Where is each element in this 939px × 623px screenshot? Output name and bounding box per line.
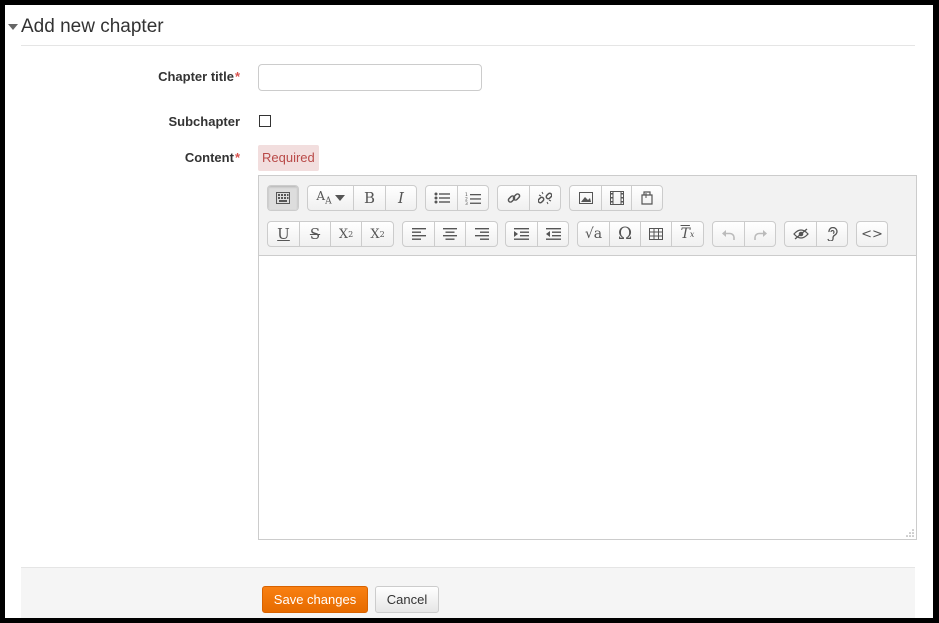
subchapter-checkbox[interactable]	[259, 115, 271, 127]
equation-icon[interactable]: √a	[578, 222, 610, 246]
indent-icon[interactable]	[506, 222, 538, 246]
section-header[interactable]: Add new chapter	[8, 16, 164, 38]
toolbar-group: U S X2 X2	[267, 221, 394, 247]
resize-handle-icon[interactable]	[906, 529, 914, 537]
cancel-button[interactable]: Cancel	[375, 586, 439, 613]
caret-down-icon[interactable]	[8, 24, 18, 30]
form-panel: Add new chapter Chapter title* Subchapte…	[5, 5, 933, 618]
required-mark: *	[234, 150, 240, 165]
save-changes-button[interactable]: Save changes	[262, 586, 368, 613]
section-title: Add new chapter	[21, 16, 164, 37]
link-icon[interactable]	[498, 186, 530, 210]
italic-icon[interactable]: I	[386, 186, 416, 210]
chapter-title-label: Chapter title*	[158, 69, 240, 84]
strikethrough-icon[interactable]: S	[300, 222, 331, 246]
unlink-icon[interactable]	[530, 186, 560, 210]
align-left-icon[interactable]	[403, 222, 435, 246]
toolbar-group	[402, 221, 498, 247]
toolbar-group	[712, 221, 776, 247]
toolbar-group	[267, 185, 299, 211]
superscript-icon[interactable]: X2	[362, 222, 393, 246]
section-divider	[21, 45, 915, 46]
rich-text-editor: AA B I 123 U S X 2 X 2 √a Ω T x <>	[258, 175, 917, 540]
undo-icon[interactable]	[713, 222, 745, 246]
toolbar-group: <>	[856, 221, 888, 247]
svg-text:3: 3	[465, 201, 468, 205]
html-icon[interactable]: <>	[857, 222, 887, 246]
subchapter-label: Subchapter	[168, 114, 240, 129]
align-center-icon[interactable]	[435, 222, 466, 246]
underline-icon[interactable]: U	[268, 222, 300, 246]
toolbar-group: AA B I	[307, 185, 417, 211]
screen-reader-helper-icon[interactable]	[817, 222, 847, 246]
outdent-icon[interactable]	[538, 222, 568, 246]
toolbar-group	[497, 185, 561, 211]
toolbar-group	[784, 221, 848, 247]
form-actions: Save changes Cancel	[21, 567, 915, 618]
toolbar-group	[569, 185, 663, 211]
redo-icon[interactable]	[745, 222, 775, 246]
font-style-icon[interactable]: AA	[308, 186, 354, 210]
editor-toolbar: AA B I 123 U S X 2 X 2 √a Ω T x <>	[259, 176, 916, 256]
required-mark: *	[234, 69, 240, 84]
clear-formatting-icon[interactable]: Tx	[672, 222, 703, 246]
manage-files-icon[interactable]	[632, 186, 662, 210]
editor-content-area[interactable]	[259, 257, 916, 539]
special-character-icon[interactable]: Ω	[610, 222, 641, 246]
subscript-icon[interactable]: X2	[331, 222, 362, 246]
accessibility-checker-icon[interactable]	[785, 222, 817, 246]
toolbar-group	[505, 221, 569, 247]
chapter-title-input[interactable]	[258, 64, 482, 91]
toolbar-toggle-icon[interactable]	[268, 186, 298, 210]
content-label: Content*	[184, 150, 240, 165]
media-icon[interactable]	[602, 186, 632, 210]
toolbar-group: 123	[425, 185, 489, 211]
table-icon[interactable]	[641, 222, 672, 246]
required-badge: Required	[258, 145, 319, 171]
bullet-list-icon[interactable]	[426, 186, 458, 210]
image-icon[interactable]	[570, 186, 602, 210]
toolbar-group: √a Ω Tx	[577, 221, 704, 247]
numbered-list-icon[interactable]: 123	[458, 186, 488, 210]
bold-icon[interactable]: B	[354, 186, 386, 210]
align-right-icon[interactable]	[466, 222, 497, 246]
